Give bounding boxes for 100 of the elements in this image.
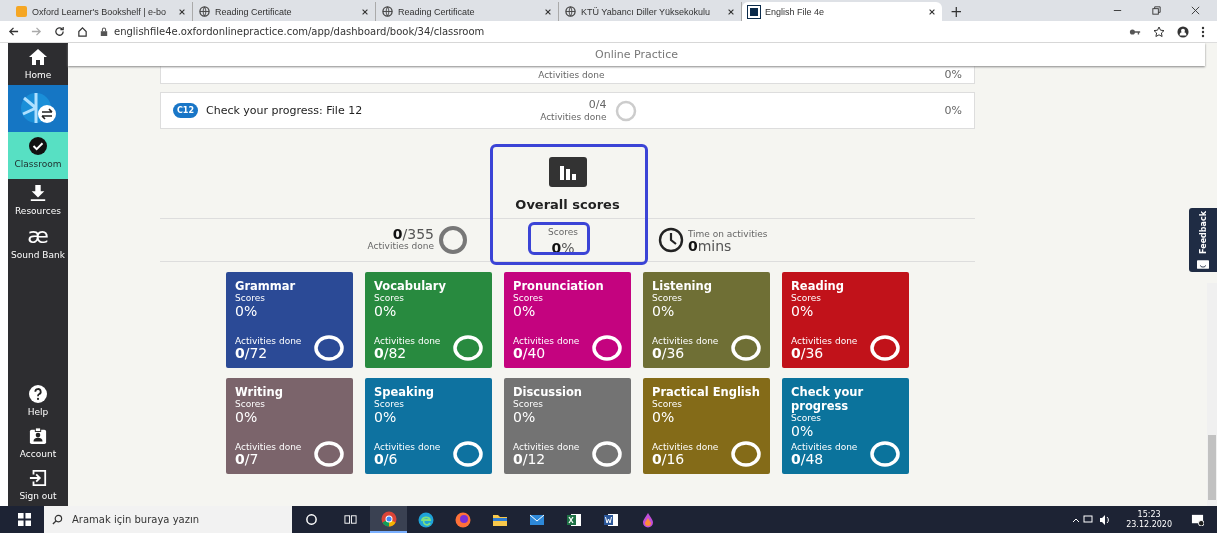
home-icon[interactable] — [77, 26, 88, 37]
progress-ring-icon — [314, 441, 344, 467]
star-icon[interactable] — [1153, 25, 1165, 38]
address-field[interactable]: englishfile4e.oxfordonlinepractice.com/app/dashboard/book/34/classroom — [114, 26, 485, 37]
new-tab-button[interactable]: + — [942, 3, 971, 21]
sidebar-item[interactable] — [8, 85, 68, 132]
activities-label: Activities done — [513, 336, 580, 346]
score-value: 0% — [235, 409, 259, 425]
menu-icon[interactable] — [1201, 25, 1205, 38]
activities-label: Activities done — [540, 110, 607, 123]
download-icon — [28, 184, 48, 202]
skill-title: Grammar — [235, 279, 297, 293]
clock-date: 23.12.2020 — [1126, 519, 1172, 530]
progress-ring-icon — [453, 441, 483, 467]
chrome-icon[interactable] — [380, 510, 397, 527]
skill-title: Discussion — [513, 385, 584, 399]
book-icon — [16, 6, 27, 17]
skill-title: Reading — [791, 279, 845, 293]
progress-ring-icon — [437, 225, 468, 255]
spreadsheet-icon[interactable] — [565, 511, 582, 528]
firefox-icon[interactable] — [454, 511, 471, 528]
score-text: 0% — [944, 104, 962, 117]
close-icon[interactable] — [928, 7, 936, 16]
progress-ring-icon — [870, 441, 900, 467]
help-icon — [28, 385, 48, 403]
reload-icon[interactable] — [54, 26, 65, 37]
sidebar-item[interactable]: Account — [8, 422, 68, 464]
scores-label: Scores — [791, 413, 822, 423]
restore-icon[interactable] — [1151, 5, 1162, 16]
progress-ring-icon — [870, 335, 900, 361]
tab-title: Oxford Learner's Bookshelf | e-bo — [32, 6, 168, 17]
activities-count: 0/36 — [652, 346, 686, 361]
sidebar-item[interactable]: Help — [8, 380, 68, 422]
activities-label: Activities done — [538, 69, 605, 80]
activities-count: 0/6 — [374, 452, 399, 467]
activities-count: 0/12 — [513, 452, 547, 467]
feedback-tab[interactable]: Feedback — [1189, 208, 1217, 272]
browser-tab[interactable]: Reading Certificate — [376, 2, 559, 21]
tab-title: Reading Certificate — [215, 6, 293, 17]
activities-count: 0/355 — [392, 228, 434, 240]
unit-row[interactable]: Activities done 0% — [160, 66, 975, 84]
skill-tile[interactable]: Reading Scores 0% Activities done 0/36 — [782, 272, 909, 368]
close-icon[interactable] — [178, 7, 186, 16]
skill-title: Writing — [235, 385, 284, 399]
close-icon[interactable] — [544, 7, 552, 16]
sidebar-item[interactable]: Sign out — [8, 464, 68, 506]
activities-label: Activities done — [235, 336, 302, 346]
progress-ring-icon — [614, 99, 637, 122]
back-icon[interactable] — [8, 26, 19, 37]
sign-out-icon — [28, 469, 48, 487]
sidebar-item[interactable]: Classroom — [8, 132, 68, 179]
book-cover-icon — [18, 91, 58, 126]
taskbar-search-field[interactable]: Aramak için buraya yazın — [44, 506, 292, 533]
badge-icon — [28, 427, 48, 445]
check-icon — [28, 137, 48, 155]
scores-label: Scores — [374, 399, 405, 409]
score-value: 0% — [652, 303, 676, 319]
close-icon[interactable] — [727, 7, 735, 16]
progress-ring-icon — [592, 335, 622, 361]
close-icon[interactable] — [1190, 5, 1201, 16]
close-icon[interactable] — [361, 7, 369, 16]
clock-icon — [657, 227, 684, 253]
score-value: 0% — [374, 303, 398, 319]
profile-icon[interactable] — [1177, 25, 1189, 38]
skill-tile[interactable]: Discussion Scores 0% Activities done 0/12 — [504, 378, 631, 474]
edge-icon[interactable] — [417, 511, 434, 528]
scores-label: Scores — [235, 293, 266, 303]
skill-tile[interactable]: Practical English Scores 0% Activities done 0/16 — [643, 378, 770, 474]
home-icon — [28, 48, 48, 66]
skill-title: Vocabulary — [374, 279, 448, 293]
browser-tab[interactable]: Reading Certificate — [193, 2, 376, 21]
skill-tile[interactable]: Pronunciation Scores 0% Activities done 0/40 — [504, 272, 631, 368]
skill-tile[interactable]: Vocabulary Scores 0% Activities done 0/82 — [365, 272, 492, 368]
scores-label: Scores — [235, 399, 266, 409]
activities-label: Activities done — [235, 442, 302, 452]
sidebar-item[interactable]: Home — [8, 43, 68, 85]
browser-tab[interactable]: Oxford Learner's Bookshelf | e-bo — [10, 2, 193, 21]
activities-count: 0/7 — [235, 452, 260, 467]
skill-title: Practical English — [652, 385, 761, 399]
progress-ring-icon — [731, 335, 761, 361]
sidebar-item[interactable]: æ Sound Bank — [8, 221, 68, 265]
activities-label: Activities done — [374, 336, 441, 346]
activities-count: 0/36 — [791, 346, 825, 361]
score-text: 0% — [944, 68, 962, 81]
globe-icon — [565, 6, 576, 17]
skill-tile[interactable]: Check your progress Scores 0% Activities done 0/48 — [782, 378, 909, 474]
search-icon — [52, 514, 63, 525]
activities-count: 0/72 — [235, 346, 269, 361]
document-icon[interactable] — [602, 511, 619, 528]
skill-tile[interactable]: Listening Scores 0% Activities done 0/36 — [643, 272, 770, 368]
skill-tile[interactable]: Speaking Scores 0% Activities done 0/6 — [365, 378, 492, 474]
scrollbar-thumb[interactable] — [1208, 435, 1216, 500]
browser-tab[interactable]: English File 4e — [742, 2, 942, 21]
skill-tile[interactable]: Writing Scores 0% Activities done 0/7 — [226, 378, 353, 474]
skill-tile[interactable]: Grammar Scores 0% Activities done 0/72 — [226, 272, 353, 368]
sidebar-item[interactable]: Resources — [8, 179, 68, 221]
score-value: 0% — [791, 423, 815, 439]
scores-label: Scores — [652, 399, 683, 409]
score-value: 0% — [652, 409, 676, 425]
unit-row[interactable]: C12 Check your progress: File 12 0/4 Activities done 0% — [160, 92, 975, 129]
